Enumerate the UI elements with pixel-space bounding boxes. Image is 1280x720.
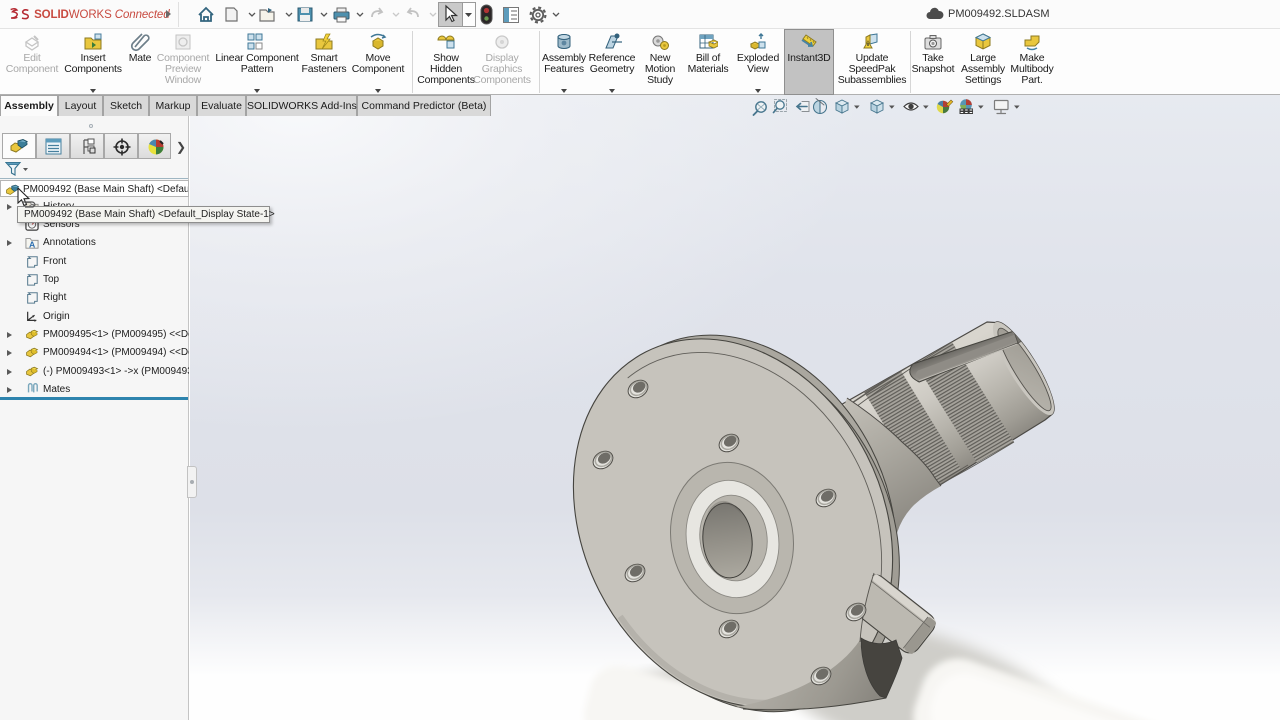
svg-text:A: A [29, 240, 36, 250]
